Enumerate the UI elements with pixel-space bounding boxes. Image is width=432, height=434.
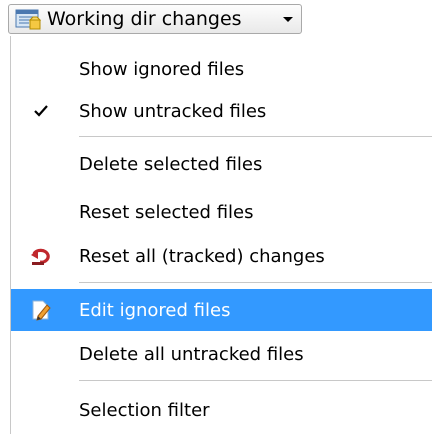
menu-item-delete-selected-files[interactable]: Delete selected files: [11, 143, 432, 185]
menu-separator: [79, 136, 432, 138]
menu-item-delete-all-untracked-files[interactable]: Delete all untracked files: [11, 333, 432, 375]
menu-item-label: Show untracked files: [79, 100, 267, 122]
screen: Working dir changes Show ignored files S…: [0, 0, 432, 434]
menu-separator: [79, 380, 432, 382]
menu-item-label: Show ignored files: [79, 58, 245, 80]
menu-item-label: Delete selected files: [79, 153, 263, 175]
menu-item-label: Reset all (tracked) changes: [79, 245, 325, 267]
dropdown-button-label: Working dir changes: [47, 8, 242, 30]
menu-item-label: Delete all untracked files: [79, 343, 304, 365]
menu-item-label: Reset selected files: [79, 201, 254, 223]
menu-item-gutter: [11, 90, 71, 132]
menu-item-gutter: [11, 389, 71, 431]
menu-item-gutter: [11, 191, 71, 233]
menu-item-gutter: [11, 289, 71, 331]
menu-separator: [79, 282, 432, 284]
menu-item-reset-all-tracked-changes[interactable]: Reset all (tracked) changes: [11, 235, 432, 277]
menu-item-gutter: [11, 143, 71, 185]
menu-item-label: Edit ignored files: [79, 299, 231, 321]
menu-item-gutter: [11, 48, 71, 90]
checkmark-icon: [34, 105, 48, 117]
undo-red-icon: [31, 248, 50, 265]
menu-item-reset-selected-files[interactable]: Reset selected files: [11, 191, 432, 233]
menu-item-show-untracked-files[interactable]: Show untracked files: [11, 90, 432, 132]
dropdown-menu: Show ignored files Show untracked files …: [10, 36, 432, 434]
menu-item-label: Selection filter: [79, 399, 210, 421]
menu-item-gutter: [11, 333, 71, 375]
menu-item-show-ignored-files[interactable]: Show ignored files: [11, 48, 432, 90]
working-dir-changes-dropdown-button[interactable]: Working dir changes: [8, 4, 302, 34]
edit-pencil-icon: [32, 300, 51, 321]
folder-changes-icon: [15, 9, 41, 30]
menu-item-gutter: [11, 235, 71, 277]
menu-item-selection-filter[interactable]: Selection filter: [11, 389, 432, 431]
menu-item-edit-ignored-files[interactable]: Edit ignored files: [11, 289, 432, 331]
chevron-down-icon: [283, 17, 293, 22]
